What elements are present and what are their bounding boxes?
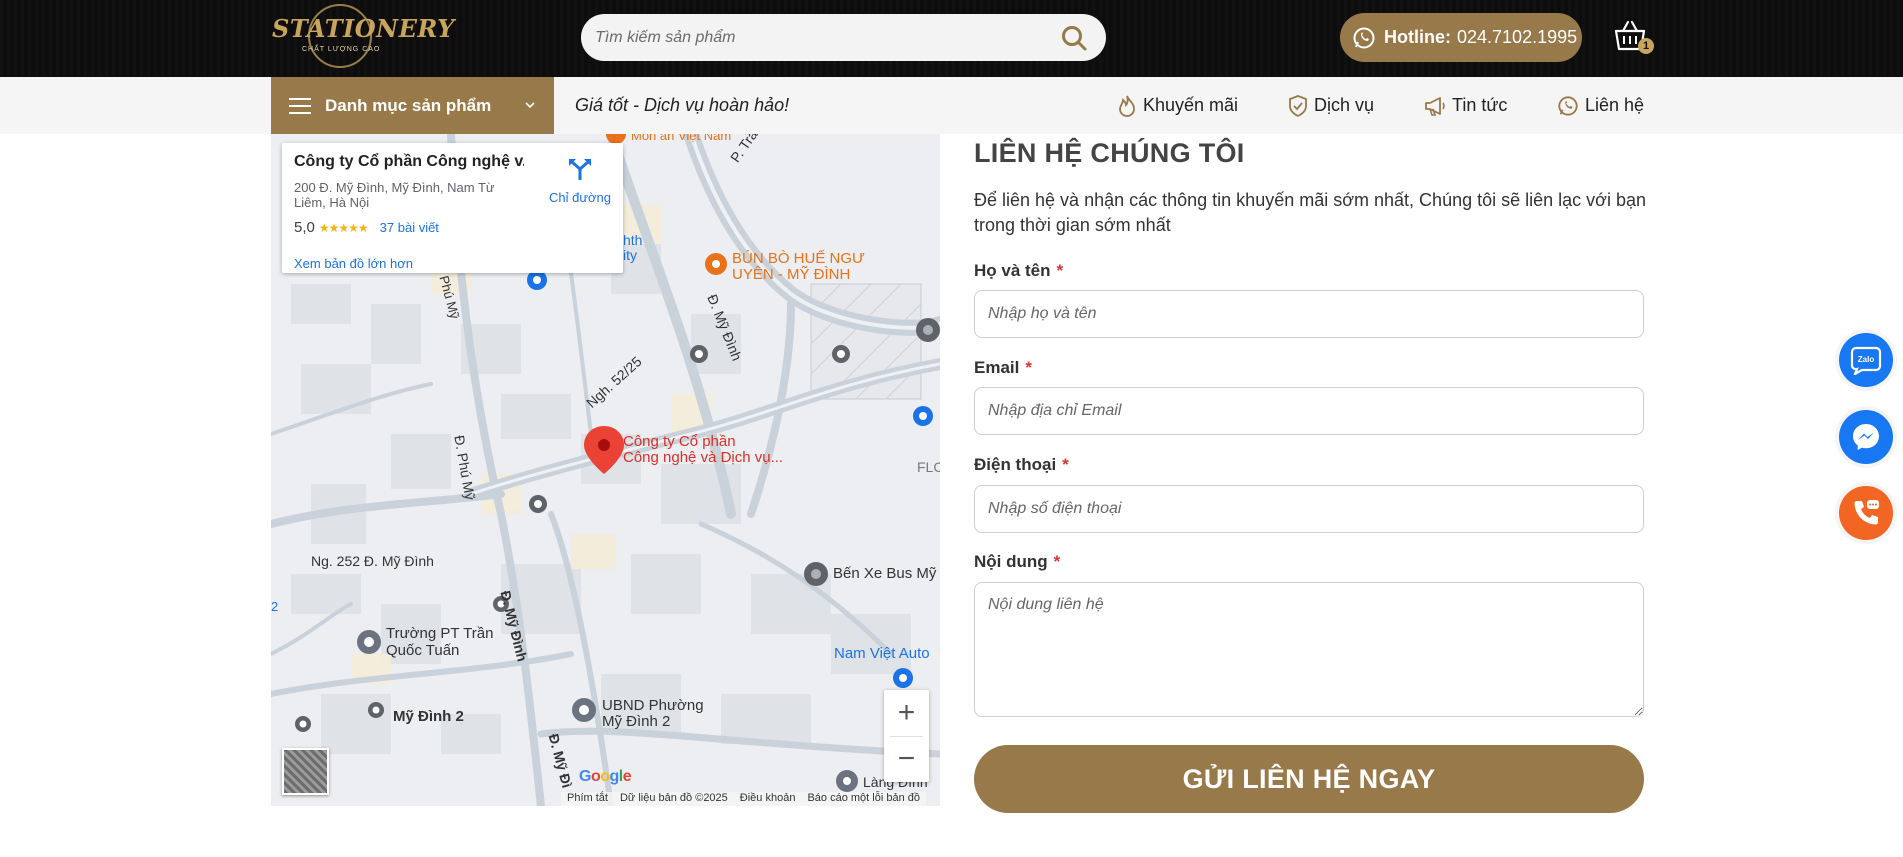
satellite-layer-toggle[interactable] [282,748,329,795]
map-label: hth [623,232,643,248]
map-footer: Phím tắt Dữ liệu bản đồ ©2025 Điều khoản Bá… [561,792,926,806]
map-label: BÚN BÒ HUẾ NGƯ [732,250,865,267]
map-data-credit[interactable]: Dữ liệu bản đồ ©2025 [620,792,728,804]
chevron-down-icon [525,102,535,109]
label-text: Họ và tên [974,261,1051,280]
phone-call-button[interactable] [1839,486,1893,540]
nav-item-promotions[interactable]: Khuyến mãi [1117,77,1238,134]
map-label: Mỹ Đình 2 [602,713,671,730]
map-pin-label[interactable]: Công nghệ và Dịch vụ... [623,449,783,466]
search-bar [581,14,1106,61]
shield-icon [1289,94,1307,117]
search-icon [1062,26,1087,51]
required-mark: * [1056,261,1064,280]
hotline-number: 024.7102.1995 [1457,27,1578,47]
search-button[interactable] [1060,24,1088,52]
zalo-text: Zalo [1858,355,1875,364]
search-input[interactable] [595,14,1035,61]
rating-stars: ★★★★★ [318,221,369,235]
main-navbar: Danh mục sản phẩm Giá tốt - Dịch vụ hoàn… [0,77,1903,134]
nav-item-services[interactable]: Dịch vụ [1288,77,1374,134]
map-label: UYÊN - MỸ ĐÌNH [732,266,851,283]
embedded-map[interactable]: Món ăn Việt Nam P. Trần Bình hth ity BÚN… [271,134,940,806]
map-label: Nam Việt Auto [834,645,930,662]
directions-icon [569,159,591,180]
nav-item-label: Liên hệ [1585,95,1645,115]
message-textarea[interactable] [974,582,1644,717]
map-label: 2 [271,599,279,614]
hamburger-icon [289,97,311,114]
form-description: Để liên hệ và nhận các thông tin khuyến … [974,190,1646,235]
label-text: Điện thoại [974,455,1057,474]
terms-link[interactable]: Điều khoản [740,792,796,804]
site-logo[interactable]: STATIONERY CHẤT LƯỢNG CAO [272,4,454,72]
category-menu-button[interactable]: Danh mục sản phẩm [271,77,554,134]
zoom-in-button[interactable]: + [884,690,929,736]
label-text: Nội dung [974,552,1048,571]
zalo-chat-button[interactable]: Zalo [1839,333,1893,387]
nav-item-label: Tin tức [1452,95,1508,115]
map-place-card: Công ty Cổ phần Công nghệ v... 200 Đ. Mỹ… [282,143,623,273]
phone-icon [1854,500,1879,525]
required-mark: * [1053,552,1061,571]
reviews-link[interactable]: 37 bài viết [380,220,439,235]
map-label: UBND Phường [602,697,704,714]
form-title: LIÊN HỆ CHÚNG TÔI [974,138,1245,168]
email-label: Email * [974,358,1032,378]
phone-label: Điện thoại * [974,455,1069,475]
map-label: Ng. 252 Đ. Mỹ Đình [311,553,434,569]
nav-item-news[interactable]: Tin tức [1424,77,1507,134]
rating-value: 5,0 [294,219,315,236]
cart-count-badge: 1 [1638,38,1654,54]
logo-text: STATIONERY [272,14,455,43]
label-text: Email [974,358,1020,377]
map-label: Mỹ Đình 2 [393,708,464,725]
map-label: Bến Xe Bus Mỹ [833,565,937,582]
view-larger-map-link[interactable]: Xem bản đồ lớn hơn [294,256,413,271]
map-label: Quốc Tuấn [386,642,460,659]
google-logo: Google [579,768,632,785]
nav-item-label: Dịch vụ [1314,95,1375,115]
zoom-controls: + − [884,690,929,782]
place-rating: 5,0 ★★★★★ 37 bài viết [294,219,439,236]
nav-item-contact[interactable]: Liên hệ [1557,77,1644,134]
required-mark: * [1062,455,1069,474]
slogan: Giá tốt - Dịch vụ hoàn hảo! [575,95,790,115]
whatsapp-icon [1558,95,1578,116]
megaphone-icon [1425,96,1445,116]
whatsapp-icon [1353,27,1375,48]
hotline-label: Hotline: [1384,27,1451,47]
directions-label: Chỉ đường [548,190,612,205]
messenger-chat-button[interactable] [1839,410,1893,464]
map-label: FLC [917,459,940,475]
name-input[interactable] [974,290,1644,338]
messenger-icon [1853,424,1879,450]
keyboard-shortcuts-link[interactable]: Phím tắt [567,792,608,804]
map-label: Món ăn Việt Nam [631,134,732,143]
category-menu-label: Danh mục sản phẩm [325,95,492,115]
hotline-button[interactable]: Hotline: 024.7102.1995 [1340,13,1582,62]
name-label: Họ và tên * [974,261,1063,281]
message-label: Nội dung * [974,552,1060,572]
place-address: 200 Đ. Mỹ Đình, Mỹ Đình, Nam Từ Liêm, Hà… [294,180,495,210]
fire-icon [1119,95,1135,117]
map-label: ity [623,247,637,263]
zoom-out-button[interactable]: − [884,736,929,782]
map-label: Trường PT Trần [386,625,494,642]
directions-button[interactable]: Chỉ đường [540,157,620,205]
nav-item-label: Khuyến mãi [1143,95,1239,115]
phone-input[interactable] [974,485,1644,533]
top-header: STATIONERY CHẤT LƯỢNG CAO Hotline: 024.7… [0,0,1903,77]
zalo-icon: Zalo [1850,346,1882,375]
logo-subtitle: CHẤT LƯỢNG CAO [302,46,381,53]
place-title: Công ty Cổ phần Công nghệ v... [294,153,524,170]
map-pin-label[interactable]: Công ty Cổ phần [623,433,736,450]
report-error-link[interactable]: Báo cáo một lỗi bản đồ [807,792,920,804]
email-input[interactable] [974,387,1644,435]
required-mark: * [1025,358,1032,377]
cart-button[interactable]: 1 [1612,18,1654,58]
submit-contact-button[interactable]: GỬI LIÊN HỆ NGAY [974,745,1644,813]
